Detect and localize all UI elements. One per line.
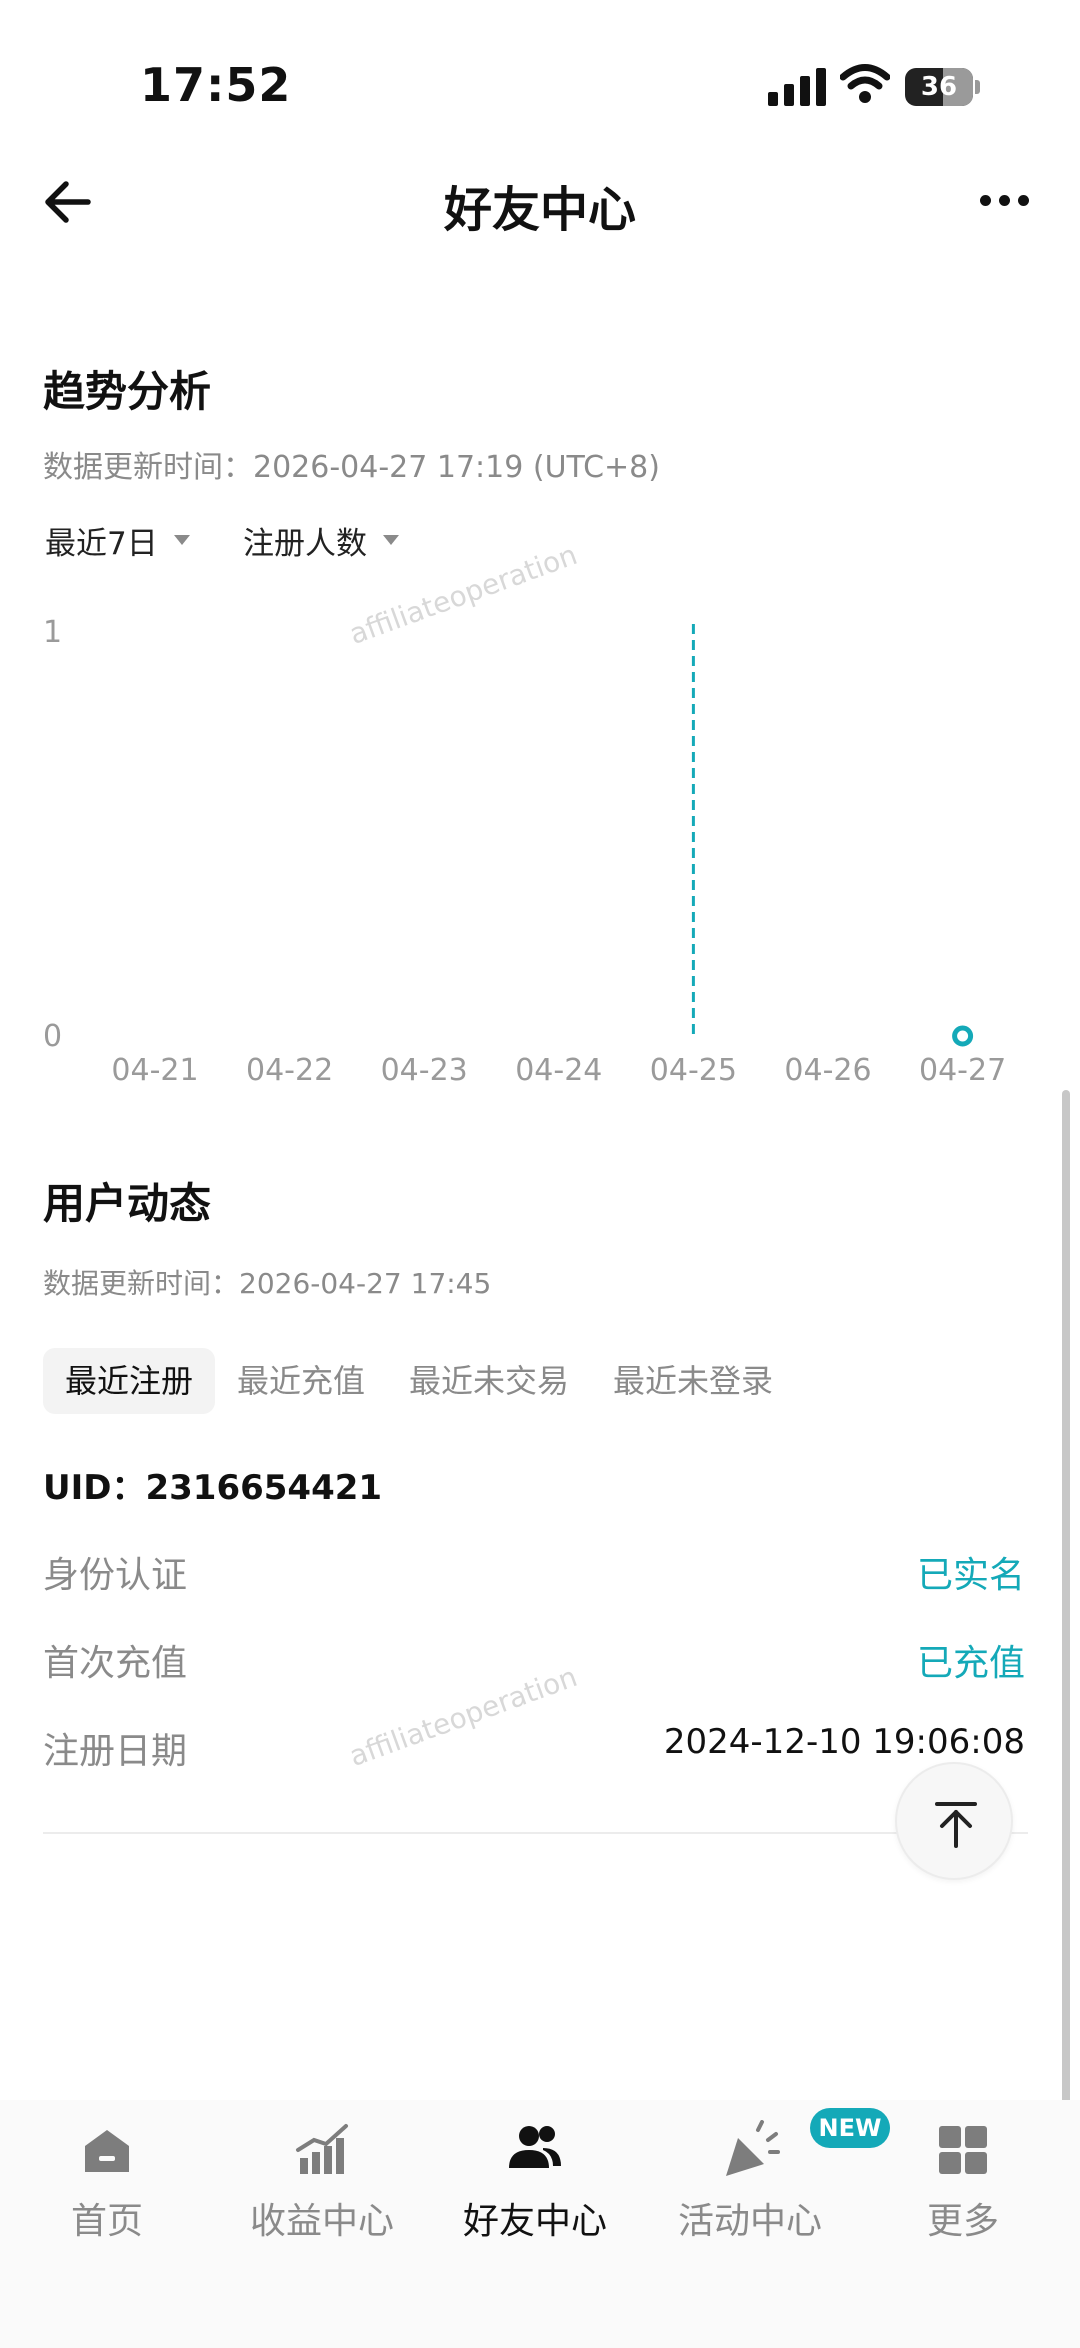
back-to-top-button[interactable] [895,1762,1013,1880]
battery-tip [975,80,980,94]
info-row-register-date: 注册日期 2024-12-10 19:06:08 [43,1722,1043,1772]
x-tick-label: 04-22 [246,1053,333,1088]
tabbar-label: 更多 [926,2201,999,2242]
data-point-marker [952,1025,974,1047]
register-date: 2024-12-10 19:06:08 [663,1722,1025,1762]
y-tick-label: 0 [43,1019,62,1054]
tabbar-label: 首页 [70,2201,143,2242]
activity-update-time: 数据更新时间：2026-04-27 17:45 [43,1267,492,1300]
trend-section-title: 趋势分析 [43,367,212,416]
metric-label: 注册人数 [243,525,367,562]
scrollbar[interactable] [1062,1090,1070,2250]
tabbar-label: 收益中心 [249,2201,394,2242]
trend-update-time: 数据更新时间：2026-04-27 17:19 (UTC+8) [43,450,660,485]
tab-recent-no-trade[interactable]: 最近未交易 [387,1348,591,1414]
registrations-chart[interactable]: 0 1 04-21 04-22 04-23 04-24 04-25 04-26 04-27 [0,590,1080,1110]
grid-icon [939,2126,987,2174]
tab-recent-no-login[interactable]: 最近未登录 [591,1348,795,1414]
tabbar-label: 活动中心 [677,2201,822,2242]
tabbar-label: 好友中心 [462,2201,607,2242]
page-title: 好友中心 [443,182,636,238]
new-badge: NEW [810,2108,890,2148]
caret-down-icon [383,535,399,545]
time-range-label: 最近7日 [45,525,158,562]
caret-down-icon [173,535,190,545]
status-time: 17:52 [140,58,292,112]
home-icon [85,2130,129,2172]
friends-icon [509,2126,561,2168]
info-row-identity: 身份认证 已实名 [43,1546,1043,1596]
y-tick-label: 1 [43,615,62,650]
deposit-status: 已充值 [916,1643,1025,1684]
user-uid: UID：2316654421 [43,1468,383,1508]
identity-status: 已实名 [916,1555,1025,1596]
wifi-icon [840,64,890,103]
activity-section-title: 用户动态 [43,1179,212,1228]
info-label: 注册日期 [43,1731,188,1772]
cellular-signal-icon [768,68,826,106]
tab-recent-registration[interactable]: 最近注册 [43,1348,216,1414]
x-tick-label: 04-25 [650,1053,737,1088]
party-popper-icon [726,2120,780,2176]
status-bar: 17:52 36 [0,0,1080,150]
info-label: 首次充值 [43,1643,188,1684]
earnings-chart-icon [296,2124,348,2174]
battery-level: 36 [920,72,958,102]
battery-icon: 36 [905,68,973,106]
x-tick-label: 04-23 [381,1053,468,1088]
x-tick-label: 04-26 [784,1053,871,1088]
divider [43,1832,1028,1834]
time-range-dropdown[interactable]: 最近7日 [45,518,190,562]
info-label: 身份认证 [43,1555,188,1596]
activity-tabs: 最近注册 最近充值 最近未交易 最近未登录 [43,1348,795,1414]
x-tick-label: 04-24 [515,1053,602,1088]
tab-recent-deposit[interactable]: 最近充值 [215,1348,387,1414]
arrow-up-to-top-icon [935,1802,977,1848]
x-tick-label: 04-21 [111,1053,198,1088]
metric-dropdown[interactable]: 注册人数 [243,518,399,562]
more-options-icon[interactable] [975,180,1035,220]
x-tick-label: 04-27 [919,1053,1006,1088]
